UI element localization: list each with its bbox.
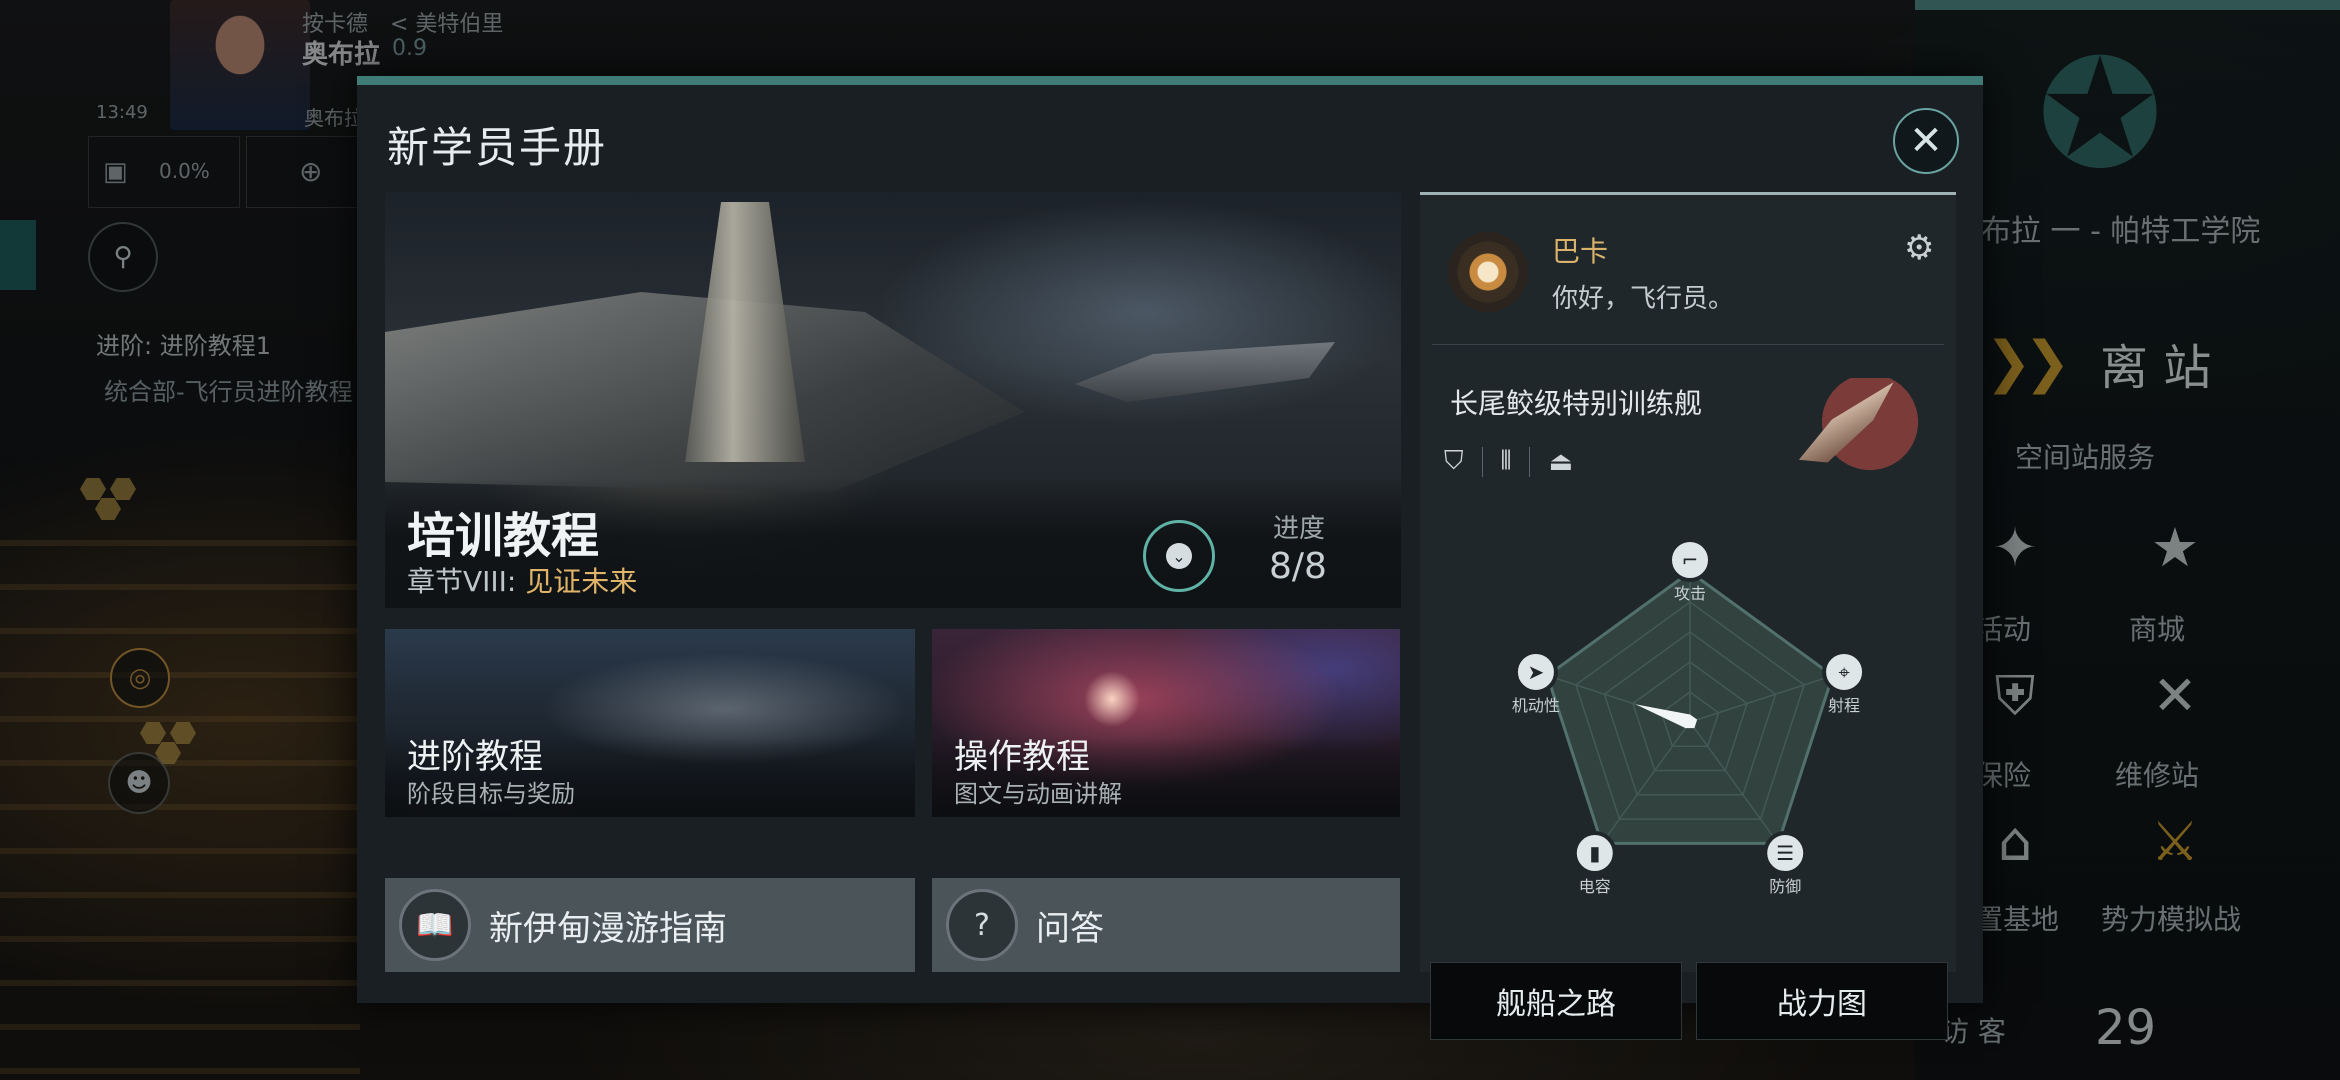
modal-title: 新学员手册	[387, 123, 608, 172]
radar-axis-glyph: ⌖	[1838, 660, 1849, 684]
power-chart-button[interactable]: 战力图	[1696, 962, 1948, 1040]
ship-stat-radar: ⌐ ⌖ ☰ ▮ ➤ 攻击射程防御 电容 机动性	[1490, 522, 1890, 922]
question-icon: ?	[946, 889, 1018, 961]
close-button[interactable]: ✕	[1893, 108, 1959, 174]
operation-tutorial-subtitle: 图文与动画讲解	[954, 780, 1122, 808]
banner-artwork	[1075, 342, 1335, 402]
book-icon: 📖	[399, 889, 471, 961]
new-eden-guide-button[interactable]: 📖 新伊甸漫游指南	[385, 878, 915, 972]
radar-axis-label: 攻击	[1673, 584, 1706, 603]
chapter-name: 见证未来	[525, 565, 638, 598]
radar-axis-label: 机动性	[1511, 695, 1560, 715]
chevron-down-icon: ⌄	[1166, 543, 1192, 569]
radar-axis-label: 射程	[1828, 695, 1861, 715]
radar-axis-label: 电容	[1578, 877, 1611, 897]
operation-tutorial-title: 操作教程	[954, 737, 1090, 777]
new-pilot-handbook-modal: 新学员手册 ✕ 培训教程 章节VIII: 见证未来 ⌄ 进度 8/8 进阶教程 …	[357, 76, 1983, 1040]
qa-label: 问答	[1036, 908, 1104, 949]
advanced-tutorial-card[interactable]: 进阶教程 阶段目标与奖励	[385, 629, 915, 817]
npc-greeting: 你好，飞行员。	[1552, 284, 1735, 314]
radar-axis-glyph: ⌐	[1682, 548, 1699, 572]
hull-icon: ⏏	[1548, 446, 1574, 477]
ship-road-button[interactable]: 舰船之路	[1430, 962, 1682, 1040]
radar-axis-glyph: ▮	[1589, 841, 1600, 865]
divider	[1481, 446, 1483, 477]
turret-icon: ⫴	[1500, 446, 1512, 476]
shield-icon: ⛉	[1444, 446, 1464, 476]
gear-icon[interactable]: ⚙	[1904, 228, 1934, 268]
ship-info-panel: 巴卡 你好，飞行员。 ⚙ 长尾鲛级特别训练舰 ⛉ ⫴ ⏏ ⌐ ⌖ ☰ ▮ ➤ 攻击射程防…	[1420, 192, 1956, 1040]
operation-tutorial-card[interactable]: 操作教程 图文与动画讲解	[932, 629, 1400, 817]
radar-axis-glyph: ➤	[1528, 660, 1545, 684]
training-tutorial-banner[interactable]: 培训教程 章节VIII: 见证未来 ⌄ 进度 8/8	[385, 192, 1401, 608]
chapter-prefix: 章节VIII:	[407, 565, 526, 598]
ship-name: 长尾鲛级特别训练舰	[1450, 387, 1703, 420]
progress-value: 8/8	[1269, 546, 1327, 587]
npc-avatar[interactable]	[1448, 232, 1528, 312]
qa-button[interactable]: ? 问答	[932, 878, 1400, 972]
radar-axis-glyph: ☰	[1776, 841, 1794, 865]
new-eden-guide-label: 新伊甸漫游指南	[489, 908, 727, 949]
close-icon: ✕	[1909, 118, 1943, 164]
ship-attribute-icons: ⛉ ⫴ ⏏	[1444, 446, 1573, 477]
radar-axis-label: 防御	[1769, 877, 1802, 897]
panel-accent-line	[1420, 192, 1956, 195]
banner-artwork	[685, 202, 805, 462]
divider	[1432, 344, 1944, 345]
modal-accent-bar	[357, 76, 1983, 85]
training-tutorial-title: 培训教程	[407, 508, 600, 564]
divider	[1529, 446, 1531, 477]
expand-chapters-button[interactable]: ⌄	[1143, 520, 1215, 592]
advanced-tutorial-subtitle: 阶段目标与奖励	[407, 780, 575, 808]
ship-hull-art	[1788, 382, 1913, 474]
npc-name: 巴卡	[1552, 235, 1609, 268]
advanced-tutorial-title: 进阶教程	[407, 737, 543, 777]
progress-label: 进度	[1273, 514, 1326, 544]
chapter-line: 章节VIII: 见证未来	[407, 560, 637, 600]
ship-thumbnail[interactable]	[1790, 378, 1920, 478]
